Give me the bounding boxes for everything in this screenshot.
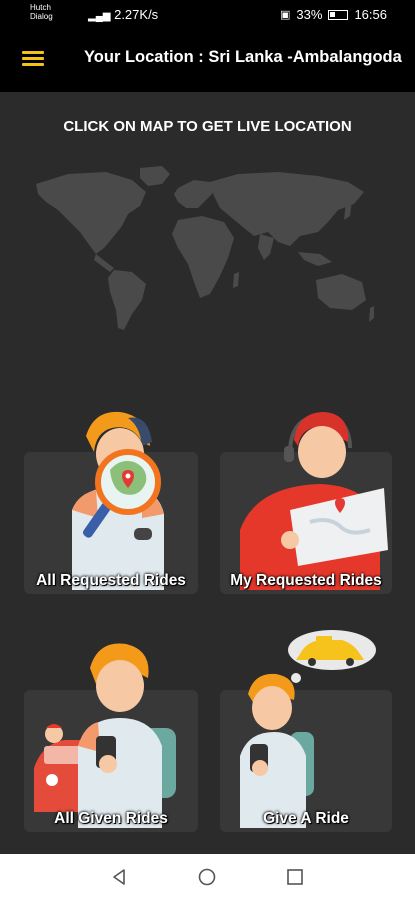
- back-icon[interactable]: [110, 868, 128, 886]
- network-speed: 2.27K/s: [114, 7, 159, 22]
- location-title: Your Location : Sri Lanka -Ambalangoda: [84, 48, 402, 66]
- carrier-2: Dialog: [30, 12, 53, 21]
- recents-icon[interactable]: [286, 868, 304, 886]
- all-given-rides-card[interactable]: All Given Rides: [24, 643, 198, 832]
- map-caption: CLICK ON MAP TO GET LIVE LOCATION: [63, 118, 352, 135]
- magnifier-map-illustration: [72, 411, 164, 590]
- give-a-ride-card[interactable]: Give A Ride: [220, 630, 392, 832]
- system-nav-bar: [0, 854, 415, 900]
- person-reading-map-illustration: [240, 412, 388, 590]
- carrier-labels: Hutch Dialog: [30, 3, 53, 21]
- menu-icon[interactable]: [22, 51, 44, 67]
- main-content: CLICK ON MAP TO GET LIVE LOCATION All Re…: [0, 92, 415, 854]
- battery-percent: 33%: [296, 7, 323, 22]
- give-a-ride-label: Give A Ride: [263, 810, 349, 827]
- all-requested-rides-card[interactable]: All Requested Rides: [24, 411, 198, 594]
- status-bar: Hutch Dialog ▂▄▆ 2.27K/s ▣ 33% 16:56: [0, 0, 415, 30]
- my-requested-rides-label: My Requested Rides: [230, 572, 382, 589]
- network-status: ▂▄▆ 2.27K/s: [88, 7, 158, 22]
- clock: 16:56: [354, 7, 387, 22]
- world-map[interactable]: [28, 162, 378, 337]
- app-bar: Your Location : Sri Lanka -Ambalangoda: [0, 30, 415, 92]
- my-requested-rides-card[interactable]: My Requested Rides: [220, 412, 392, 594]
- home-icon[interactable]: [198, 868, 216, 886]
- battery-icon: [328, 9, 349, 20]
- status-right: ▣ 33% 16:56: [280, 7, 387, 22]
- person-thinking-taxi-illustration: [240, 630, 376, 828]
- vibrate-icon: ▣: [280, 9, 291, 21]
- all-requested-rides-label: All Requested Rides: [36, 572, 186, 589]
- signal-icon: ▂▄▆: [88, 11, 111, 22]
- carrier-1: Hutch: [30, 3, 51, 12]
- all-given-rides-label: All Given Rides: [54, 810, 168, 827]
- person-with-car-illustration: [34, 643, 176, 828]
